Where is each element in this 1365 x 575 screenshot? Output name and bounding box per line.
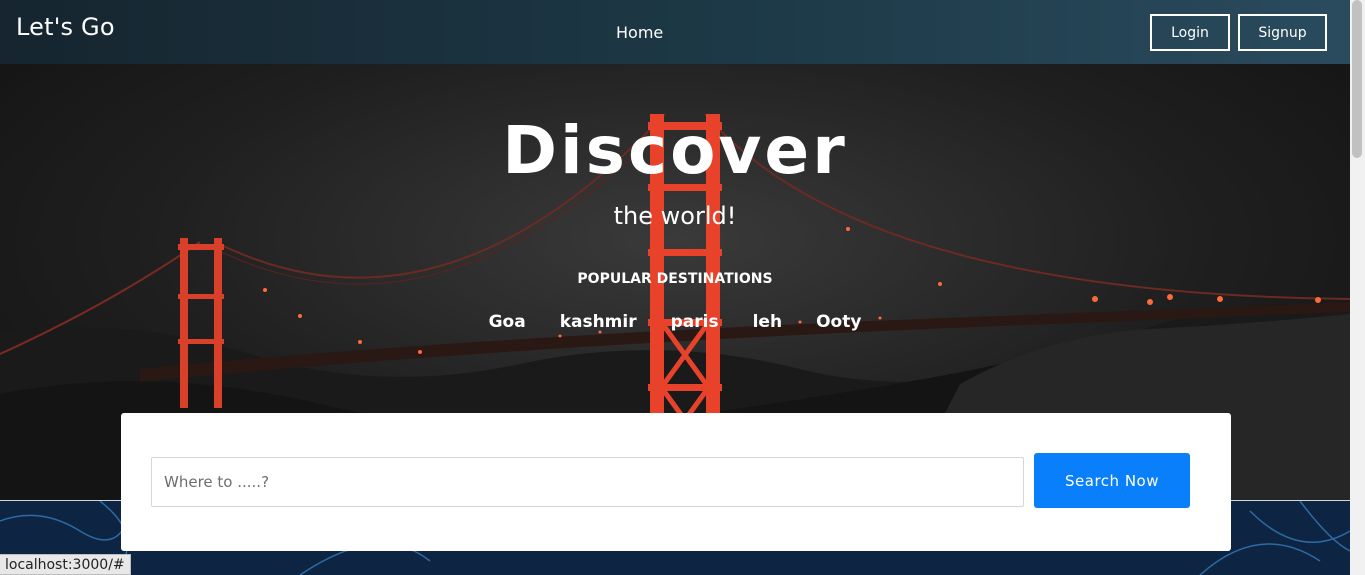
search-card: Search Now — [121, 413, 1231, 551]
hero-subtitle: the world! — [613, 202, 737, 230]
page-scrollbar[interactable] — [1350, 0, 1365, 575]
nav-home-link[interactable]: Home — [616, 23, 663, 42]
destination-link-kashmir[interactable]: kashmir — [560, 312, 637, 332]
destination-link-ooty[interactable]: Ooty — [816, 312, 861, 332]
destination-search-input[interactable] — [151, 457, 1024, 507]
destination-link-goa[interactable]: Goa — [489, 312, 526, 332]
browser-status-url: localhost:3000/# — [0, 554, 131, 575]
destination-link-leh[interactable]: leh — [753, 312, 782, 332]
login-button[interactable]: Login — [1150, 14, 1230, 51]
destination-list: Goa kashmir paris leh Ooty — [0, 312, 1350, 332]
signup-button[interactable]: Signup — [1238, 14, 1327, 51]
brand-logo[interactable]: Let's Go — [16, 13, 115, 41]
search-now-button[interactable]: Search Now — [1034, 453, 1190, 508]
popular-destinations-heading: POPULAR DESTINATIONS — [577, 271, 773, 287]
scrollbar-thumb[interactable] — [1352, 0, 1362, 158]
hero-title: Discover — [502, 112, 848, 189]
navbar: Let's Go Home Login Signup — [0, 0, 1350, 64]
destination-link-paris[interactable]: paris — [671, 312, 719, 332]
